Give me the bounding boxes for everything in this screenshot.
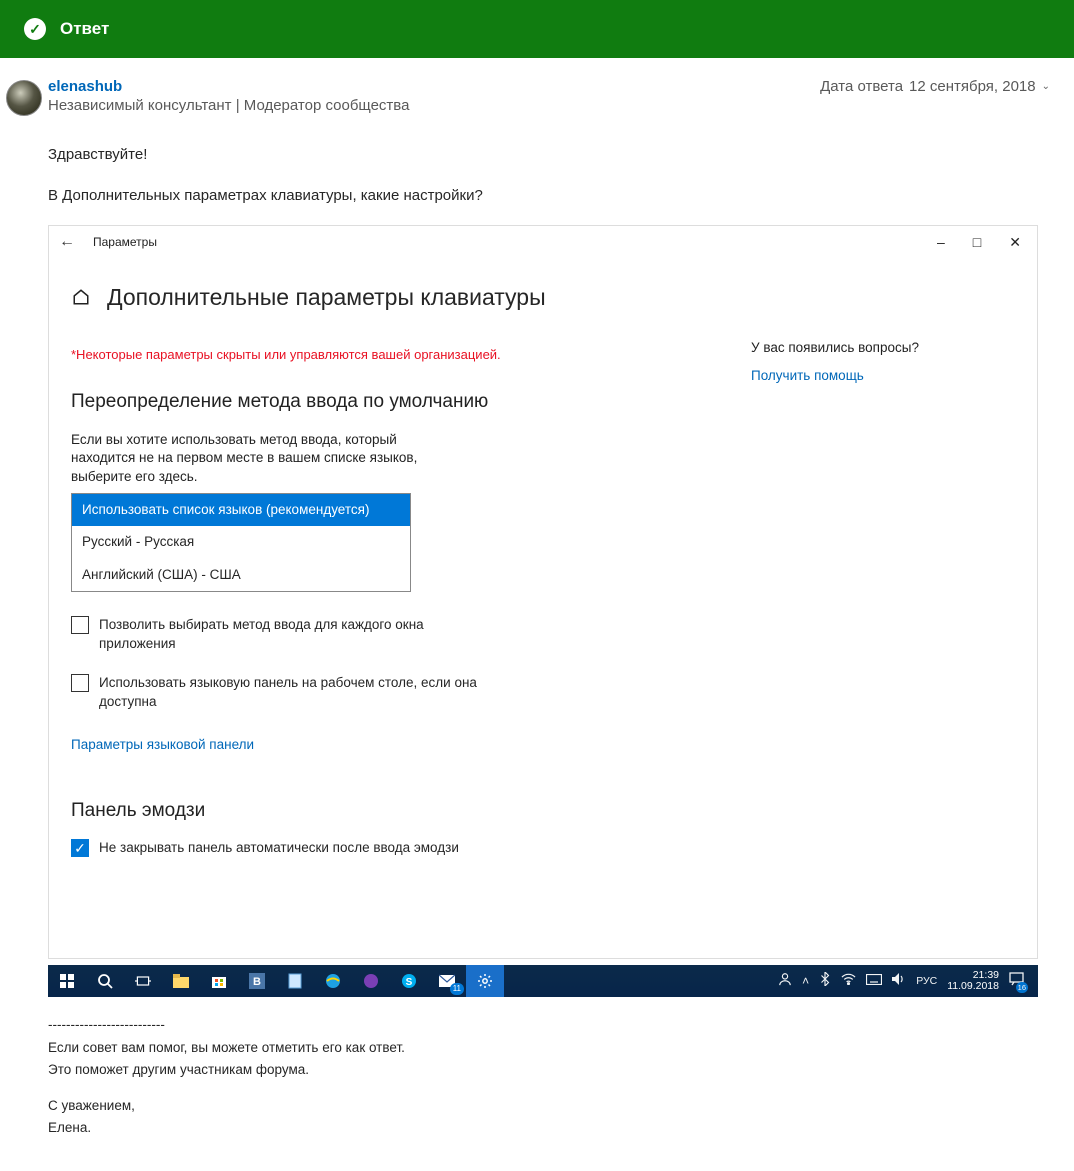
tray-time: 21:39 — [947, 970, 999, 982]
username-link[interactable]: elenashub — [48, 78, 409, 95]
date-prefix: Дата ответа — [820, 78, 903, 95]
sig-name: Елена. — [48, 1118, 1050, 1138]
close-icon[interactable]: ✕ — [1009, 235, 1021, 249]
signature: -------------------------- Если совет ва… — [48, 1015, 1050, 1138]
store-icon[interactable] — [200, 965, 238, 997]
sidebar-questions-text: У вас появились вопросы? — [751, 338, 971, 358]
answer-header-label: Ответ — [60, 19, 109, 39]
post-header: elenashub Независимый консультант | Моде… — [48, 78, 1050, 114]
svg-text:B: B — [253, 976, 261, 988]
maximize-icon[interactable]: □ — [973, 235, 981, 249]
checkbox-per-window[interactable] — [71, 616, 89, 634]
window-titlebar: ← Параметры – □ ✕ — [49, 226, 1037, 258]
section-emoji-title: Панель эмодзи — [71, 797, 751, 826]
checkbox-per-window-label: Позволить выбирать метод ввода для каждо… — [99, 616, 491, 654]
section-override-title: Переопределение метода ввода по умолчани… — [71, 388, 751, 417]
tray-keyboard-icon[interactable] — [866, 972, 882, 990]
tray-clock[interactable]: 21:39 11.09.2018 — [947, 970, 999, 993]
notes-icon[interactable] — [276, 965, 314, 997]
vk-icon[interactable]: B — [238, 965, 276, 997]
tray-date: 11.09.2018 — [947, 981, 999, 993]
settings-sidebar: У вас появились вопросы? Получить помощь — [751, 268, 971, 878]
page-heading-row: Дополнительные параметры клавиатуры — [71, 280, 751, 315]
checkbox-lang-panel-row: Использовать языковую панель на рабочем … — [71, 674, 491, 712]
checkbox-emoji-autoclose[interactable]: ✓ — [71, 839, 89, 857]
dropdown-option-russian[interactable]: Русский - Русская — [72, 526, 410, 558]
window-app-title: Параметры — [93, 233, 937, 251]
dropdown-option-recommended[interactable]: Использовать список языков (рекомендуетс… — [72, 494, 410, 526]
action-center-badge: 16 — [1016, 982, 1028, 993]
home-icon[interactable] — [71, 287, 91, 307]
ie-icon[interactable] — [314, 965, 352, 997]
date-value: 12 сентября, 2018 — [909, 78, 1036, 95]
check-icon: ✓ — [24, 18, 46, 40]
app-purple-icon[interactable] — [352, 965, 390, 997]
checkbox-emoji-label: Не закрывать панель автоматически после … — [99, 839, 459, 858]
back-icon[interactable]: ← — [59, 230, 75, 254]
post-greeting: Здравствуйте! — [48, 144, 1050, 167]
checkbox-emoji-row: ✓ Не закрывать панель автоматически посл… — [71, 839, 491, 858]
answer-header-bar: ✓ Ответ — [0, 0, 1074, 58]
checkbox-lang-panel[interactable] — [71, 674, 89, 692]
start-icon[interactable] — [48, 965, 86, 997]
page-title: Дополнительные параметры клавиатуры — [107, 280, 546, 315]
tray-bluetooth-icon[interactable] — [819, 972, 831, 991]
sig-line2: Это поможет другим участникам форума. — [48, 1060, 1050, 1080]
mail-icon[interactable]: 11 — [428, 965, 466, 997]
tray-wifi-icon[interactable] — [841, 972, 856, 990]
window-controls: – □ ✕ — [937, 235, 1021, 249]
embedded-settings-window: ← Параметры – □ ✕ Дополнител — [48, 225, 1038, 959]
chevron-down-icon: ⌄ — [1042, 81, 1050, 92]
skype-icon[interactable]: S — [390, 965, 428, 997]
post-date-toggle[interactable]: Дата ответа 12 сентября, 2018 ⌄ — [820, 78, 1050, 95]
user-role: Независимый консультант | Модератор сооб… — [48, 97, 409, 114]
taskview-icon[interactable] — [124, 965, 162, 997]
sig-divider: -------------------------- — [48, 1015, 1050, 1035]
post-content: Здравствуйте! В Дополнительных параметра… — [48, 144, 1050, 1139]
sidebar-help-link[interactable]: Получить помощь — [751, 366, 971, 386]
language-panel-settings-link[interactable]: Параметры языковой панели — [71, 735, 254, 755]
restricted-notice: *Некоторые параметры скрыты или управляю… — [71, 345, 751, 365]
svg-text:S: S — [406, 977, 413, 988]
sig-regards: С уважением, — [48, 1096, 1050, 1116]
minimize-icon[interactable]: – — [937, 235, 945, 249]
taskbar: B S 11 — [48, 965, 1038, 997]
answer-post: elenashub Независимый консультант | Моде… — [0, 58, 1074, 1171]
tray-people-icon[interactable] — [778, 972, 792, 991]
post-line1: В Дополнительных параметрах клавиатуры, … — [48, 185, 1050, 208]
avatar[interactable] — [6, 80, 42, 116]
dropdown-option-english[interactable]: Английский (США) - США — [72, 559, 410, 591]
explorer-icon[interactable] — [162, 965, 200, 997]
tray-action-center-icon[interactable]: 16 — [1009, 972, 1024, 991]
sig-line1: Если совет вам помог, вы можете отметить… — [48, 1038, 1050, 1058]
checkbox-lang-panel-label: Использовать языковую панель на рабочем … — [99, 674, 491, 712]
input-method-dropdown[interactable]: Использовать список языков (рекомендуетс… — [71, 493, 411, 592]
tray-language-indicator[interactable]: РУС — [916, 974, 937, 990]
mail-badge: 11 — [450, 983, 464, 995]
checkbox-per-window-row: Позволить выбирать метод ввода для каждо… — [71, 616, 491, 654]
avatar-column — [6, 78, 48, 1141]
tray-chevron-up-icon[interactable]: ˄ — [802, 972, 809, 990]
settings-taskbar-icon[interactable] — [466, 965, 504, 997]
search-icon[interactable] — [86, 965, 124, 997]
section-override-desc: Если вы хотите использовать метод ввода,… — [71, 431, 431, 488]
tray-volume-icon[interactable] — [892, 972, 906, 990]
